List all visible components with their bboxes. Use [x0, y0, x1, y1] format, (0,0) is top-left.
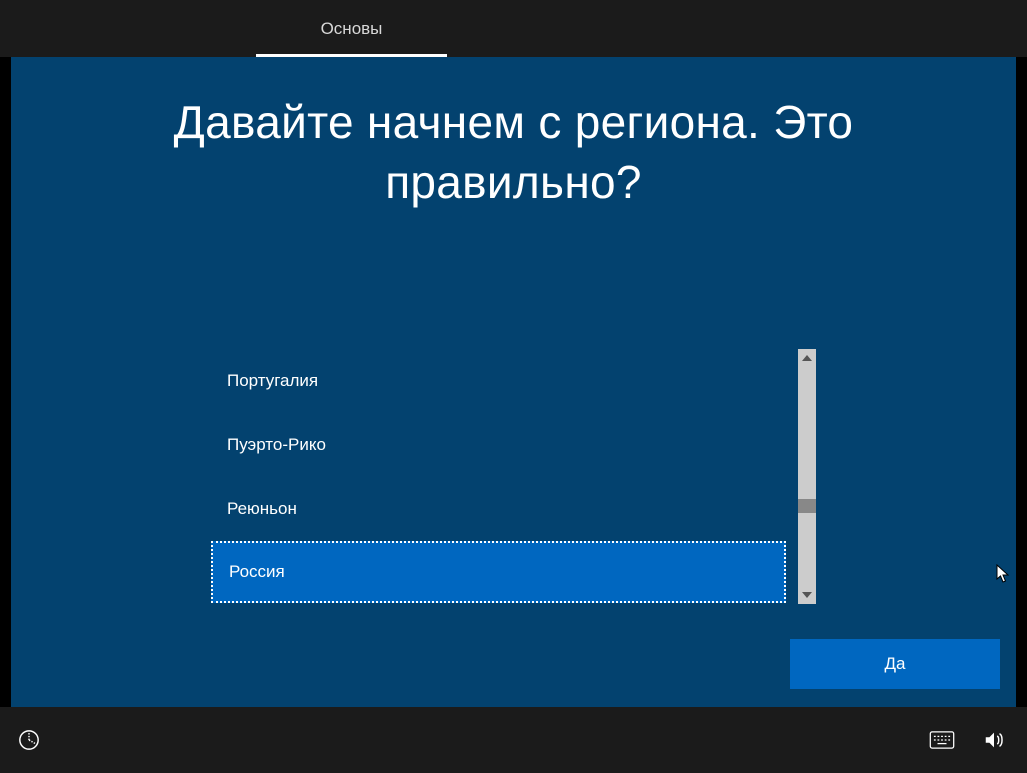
yes-button[interactable]: Да — [790, 639, 1000, 689]
yes-button-label: Да — [885, 654, 906, 673]
content-panel: Давайте начнем с региона. Этоправильно? … — [11, 57, 1016, 707]
region-listbox[interactable]: Португалия Пуэрто-Рико Реюньон Россия — [211, 349, 816, 604]
bottom-bar — [0, 707, 1027, 773]
scroll-down-button[interactable] — [798, 586, 816, 604]
region-item-reunion[interactable]: Реюньон — [211, 477, 788, 541]
scrollbar[interactable] — [798, 349, 816, 604]
region-item-label: Россия — [229, 562, 285, 582]
region-item-russia[interactable]: Россия — [211, 541, 786, 603]
region-item-puerto-rico[interactable]: Пуэрто-Рико — [211, 413, 788, 477]
tab-basics[interactable]: Основы — [256, 0, 447, 57]
region-item-label: Португалия — [227, 371, 318, 391]
tab-basics-label: Основы — [321, 19, 383, 39]
region-item-portugal[interactable]: Португалия — [211, 349, 788, 413]
scroll-up-button[interactable] — [798, 349, 816, 367]
region-item-label: Реюньон — [227, 499, 297, 519]
keyboard-icon[interactable] — [929, 731, 955, 749]
ease-of-access-icon[interactable] — [18, 729, 40, 751]
volume-icon[interactable] — [983, 729, 1005, 751]
scroll-thumb[interactable] — [798, 499, 816, 513]
page-heading: Давайте начнем с региона. Этоправильно? — [11, 93, 1016, 213]
top-bar: Основы — [0, 0, 1027, 57]
oobe-screen: Основы Давайте начнем с региона. Этоправ… — [0, 0, 1027, 773]
region-item-label: Пуэрто-Рико — [227, 435, 326, 455]
